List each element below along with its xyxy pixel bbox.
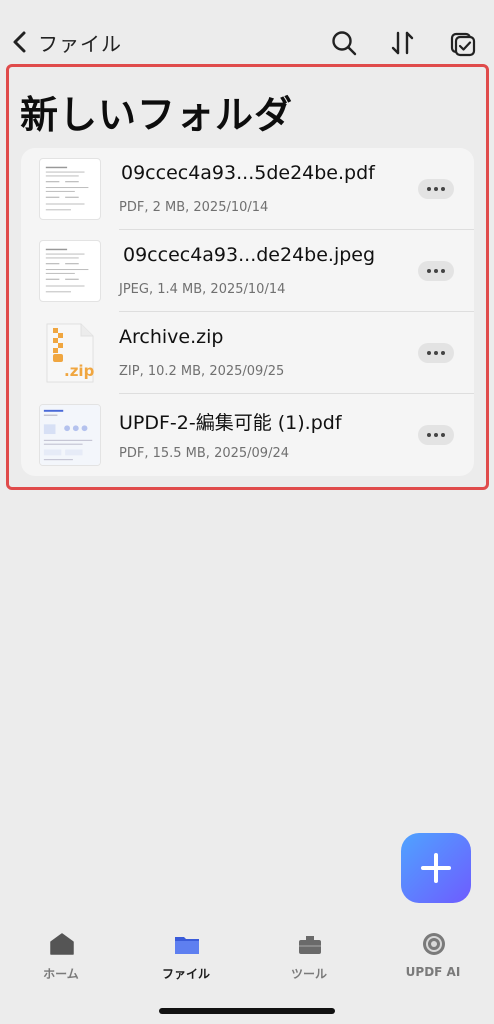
back-label: ファイル — [38, 31, 122, 56]
tab-home[interactable]: ホーム — [11, 926, 111, 986]
sort-button[interactable] — [388, 28, 418, 58]
ellipsis-icon — [427, 269, 431, 273]
home-indicator — [159, 1008, 335, 1014]
ellipsis-icon — [427, 187, 431, 191]
more-options-button[interactable] — [418, 425, 454, 445]
tab-label: ツール — [290, 967, 327, 981]
file-row[interactable]: 09ccec4a93...5de24be.pdf PDF, 2 MB, 2025… — [21, 148, 474, 230]
select-button[interactable] — [448, 28, 478, 58]
search-icon — [332, 31, 357, 56]
toolbox-icon — [296, 930, 324, 958]
ai-icon — [420, 930, 448, 958]
file-name: 09ccec4a93...de24be.jpeg — [123, 244, 376, 266]
tab-bar: ホーム ファイル ツール UPDF AI — [0, 926, 494, 986]
folder-title: 新しいフォルダ — [20, 93, 294, 137]
tab-files[interactable]: ファイル — [136, 926, 236, 986]
file-thumbnail — [39, 240, 101, 302]
search-button[interactable] — [329, 28, 359, 58]
file-meta: PDF, 15.5 MB, 2025/09/24 — [119, 446, 289, 461]
file-row[interactable]: .zip Archive.zip ZIP, 10.2 MB, 2025/09/2… — [21, 312, 474, 394]
chevron-left-icon — [13, 31, 26, 53]
file-row[interactable]: UPDF-2-編集可能 (1).pdf PDF, 15.5 MB, 2025/0… — [21, 394, 474, 476]
tab-label: ファイル — [161, 967, 210, 981]
tab-updf-ai[interactable]: UPDF AI — [383, 926, 483, 986]
image-preview-icon — [45, 248, 89, 293]
tab-tools[interactable]: ツール — [259, 926, 359, 986]
top-nav-bar: ファイル — [0, 22, 494, 62]
tab-label: UPDF AI — [405, 965, 461, 979]
file-name: 09ccec4a93...5de24be.pdf — [121, 162, 375, 184]
file-thumbnail — [39, 404, 101, 466]
ellipsis-icon — [427, 351, 431, 355]
file-meta: JPEG, 1.4 MB, 2025/10/14 — [119, 282, 286, 297]
folder-icon — [173, 930, 201, 958]
file-name: UPDF-2-編集可能 (1).pdf — [119, 412, 342, 434]
home-icon — [48, 930, 76, 958]
file-meta: PDF, 2 MB, 2025/10/14 — [119, 200, 269, 215]
ellipsis-icon — [427, 433, 431, 437]
back-button[interactable]: ファイル — [10, 28, 122, 56]
file-name: Archive.zip — [119, 326, 224, 348]
tab-label: ホーム — [43, 967, 79, 981]
more-options-button[interactable] — [418, 343, 454, 363]
zip-thumb-label: .zip — [64, 362, 95, 380]
file-row[interactable]: 09ccec4a93...de24be.jpeg JPEG, 1.4 MB, 2… — [21, 230, 474, 312]
document-preview-icon — [40, 405, 100, 465]
add-button[interactable] — [401, 833, 471, 903]
plus-icon — [421, 853, 451, 883]
sort-icon — [391, 31, 414, 55]
document-preview-icon — [45, 166, 89, 211]
file-thumbnail — [39, 158, 101, 220]
file-list: 09ccec4a93...5de24be.pdf PDF, 2 MB, 2025… — [21, 148, 474, 476]
more-options-button[interactable] — [418, 179, 454, 199]
multi-select-icon — [450, 32, 476, 57]
more-options-button[interactable] — [418, 261, 454, 281]
file-meta: ZIP, 10.2 MB, 2025/09/25 — [119, 364, 285, 379]
